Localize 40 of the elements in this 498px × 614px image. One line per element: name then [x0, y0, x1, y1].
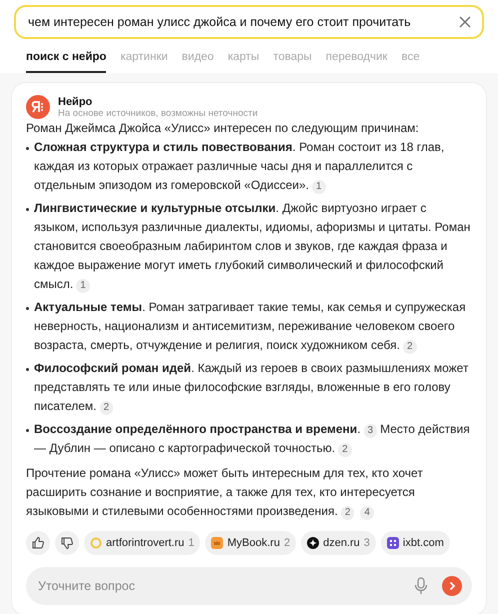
tab[interactable]: поиск с нейро [26, 51, 106, 73]
microphone-icon[interactable] [414, 577, 428, 595]
citation-link[interactable]: 2 [402, 340, 416, 354]
bullet-dot [26, 429, 29, 432]
citation-link[interactable]: 1 [312, 180, 326, 194]
bullet-dot [26, 208, 29, 211]
star-icon [307, 537, 320, 549]
ring-icon [90, 537, 102, 549]
disclaimer-text: На основе источников, возможны неточности [58, 108, 258, 118]
citation-link[interactable]: 2 [100, 401, 114, 415]
list-item-text: Философский роман идей. Каждый из героев в своих размышлениях может представлять те или иные философские взгляды, вложенные в его голову писателем. 2 [34, 360, 470, 416]
dislike-button[interactable] [55, 531, 79, 555]
grid-icon [386, 537, 399, 549]
citation-link[interactable]: 2 [338, 443, 352, 457]
question-field[interactable]: Уточните вопрос [26, 567, 472, 605]
bullet-dot [26, 368, 29, 371]
like-button[interactable] [26, 531, 50, 555]
source-title: Нейро [58, 96, 94, 108]
bullet-dot [26, 147, 29, 150]
list-item-text: Лингвистические и культурные отсылки. Джойс виртуозно играет с языком, используя различные диалекты, идиомы, афоризмы и цитаты. Роман становится своеобразным лабиринтом слов и звуков, где каждая фраза и каждое выражение могут иметь глубокий символический и философский смысл. 1 [34, 200, 472, 294]
source-chip[interactable]: MyBook.ru 2 [205, 531, 296, 555]
source-chip[interactable]: ixbt.com [380, 531, 450, 555]
close-icon[interactable] [458, 15, 472, 29]
bullet-dot [26, 307, 29, 310]
list-item-text: Воссоздание определённого пространства и времени. 3 Место действия — Дублин — описано с картографической точностью. 2 [34, 421, 471, 458]
chevron-icon [447, 581, 457, 591]
source-chip[interactable]: dzen.ru 3 [301, 531, 376, 555]
list-item-text: Сложная структура и стиль повествования. Роман состоит из 18 глав, каждая из которых отражает различные часы дня и параллелится с отдельным эпизодом из гомеровской «Одиссеи». 1 [34, 139, 446, 195]
conclusion-text: Прочтение романа «Улисс» может быть интересным для тех, кто хочет расширить сознание и восприятие, а также для тех, кто интересуется языковыми и стилевыми особенностями произведения. 2 4 [26, 465, 424, 521]
logo-icon [26, 95, 50, 119]
list-item-text: Актуальные темы. Роман затрагивает такие темы, как семья и супружеская неверность, национализм и антисемитизм, переживание человеком своего возраста, смерть, отчуждение и религия, поиск художником себя. 2 [34, 299, 467, 355]
citation-link[interactable]: 2 [340, 506, 354, 520]
source-chip[interactable]: artforintrovert.ru 1 [84, 531, 200, 555]
citation-link[interactable]: 3 [364, 424, 378, 438]
thumbs-up-icon [31, 536, 45, 550]
search-field[interactable]: чем интересен роман улисс джойса и почему его стоит прочитать [14, 5, 484, 39]
citation-link[interactable]: 1 [76, 279, 90, 293]
thumbs-down-icon [60, 536, 74, 550]
citation-link[interactable]: 4 [360, 506, 374, 520]
intro-text: Роман Джеймса Джойса «Улисс» интересен по следующим причинам: [26, 120, 420, 137]
